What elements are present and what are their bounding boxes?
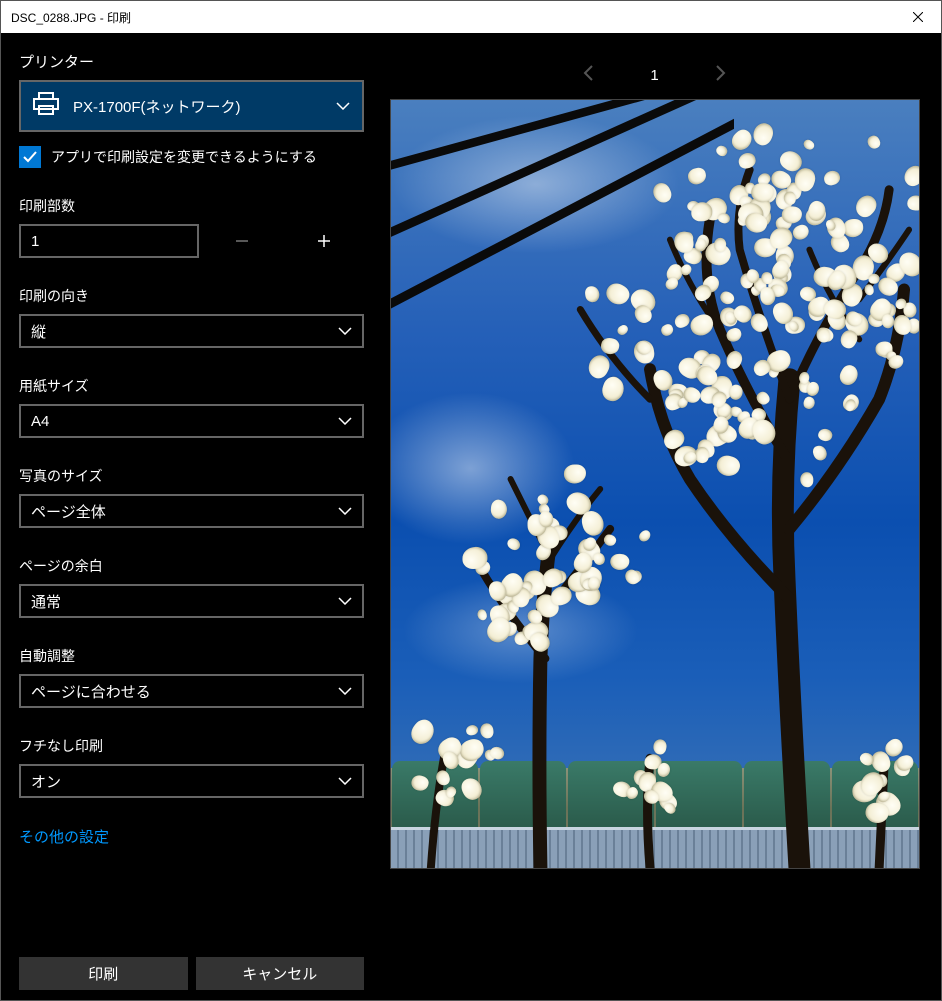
preview-page bbox=[390, 99, 920, 869]
margin-dropdown[interactable]: 通常 bbox=[19, 584, 364, 618]
chevron-down-icon bbox=[336, 97, 350, 115]
printer-icon bbox=[33, 92, 59, 121]
chevron-down-icon bbox=[338, 777, 352, 785]
orientation-dropdown[interactable]: 縦 bbox=[19, 314, 364, 348]
orientation-label: 印刷の向き bbox=[19, 286, 364, 306]
chevron-down-icon bbox=[338, 597, 352, 605]
printer-dropdown[interactable]: PX-1700F(ネットワーク) bbox=[19, 80, 364, 132]
prev-page-button[interactable] bbox=[576, 58, 600, 93]
chevron-down-icon bbox=[338, 417, 352, 425]
pager: 1 bbox=[388, 51, 921, 99]
borderless-label: フチなし印刷 bbox=[19, 736, 364, 756]
chevron-right-icon bbox=[715, 64, 727, 82]
copies-increment[interactable] bbox=[285, 224, 363, 258]
more-settings-link[interactable]: その他の設定 bbox=[19, 826, 364, 847]
printer-name: PX-1700F(ネットワーク) bbox=[73, 96, 336, 117]
allow-app-change-checkbox[interactable] bbox=[19, 146, 41, 168]
settings-panel: プリンター PX-1700F(ネットワーク) アプリで印刷設定を変更できるように… bbox=[19, 51, 364, 990]
copies-input[interactable] bbox=[19, 224, 199, 258]
fit-label: 自動調整 bbox=[19, 646, 364, 666]
page-number: 1 bbox=[650, 67, 658, 84]
minus-icon bbox=[234, 233, 250, 249]
printer-label: プリンター bbox=[19, 51, 364, 72]
next-page-button[interactable] bbox=[709, 58, 733, 93]
preview-image bbox=[391, 100, 919, 868]
chevron-down-icon bbox=[338, 327, 352, 335]
allow-app-change-label: アプリで印刷設定を変更できるようにする bbox=[51, 147, 317, 167]
close-icon bbox=[913, 12, 923, 22]
cancel-button[interactable]: キャンセル bbox=[196, 957, 365, 990]
plus-icon bbox=[316, 233, 332, 249]
print-dialog: DSC_0288.JPG - 印刷 プリンター PX-1700F(ネットワーク) bbox=[0, 0, 942, 1001]
print-button[interactable]: 印刷 bbox=[19, 957, 188, 990]
photo-size-label: 写真のサイズ bbox=[19, 466, 364, 486]
copies-label: 印刷部数 bbox=[19, 196, 364, 216]
margin-label: ページの余白 bbox=[19, 556, 364, 576]
titlebar: DSC_0288.JPG - 印刷 bbox=[1, 1, 941, 33]
preview-panel: 1 bbox=[388, 51, 921, 990]
paper-dropdown[interactable]: A4 bbox=[19, 404, 364, 438]
chevron-down-icon bbox=[338, 687, 352, 695]
chevron-down-icon bbox=[338, 507, 352, 515]
paper-label: 用紙サイズ bbox=[19, 376, 364, 396]
copies-decrement[interactable] bbox=[203, 224, 281, 258]
checkmark-icon bbox=[23, 150, 37, 164]
borderless-dropdown[interactable]: オン bbox=[19, 764, 364, 798]
fit-dropdown[interactable]: ページに合わせる bbox=[19, 674, 364, 708]
close-button[interactable] bbox=[895, 1, 941, 33]
photo-size-dropdown[interactable]: ページ全体 bbox=[19, 494, 364, 528]
chevron-left-icon bbox=[582, 64, 594, 82]
window-title: DSC_0288.JPG - 印刷 bbox=[11, 9, 131, 26]
